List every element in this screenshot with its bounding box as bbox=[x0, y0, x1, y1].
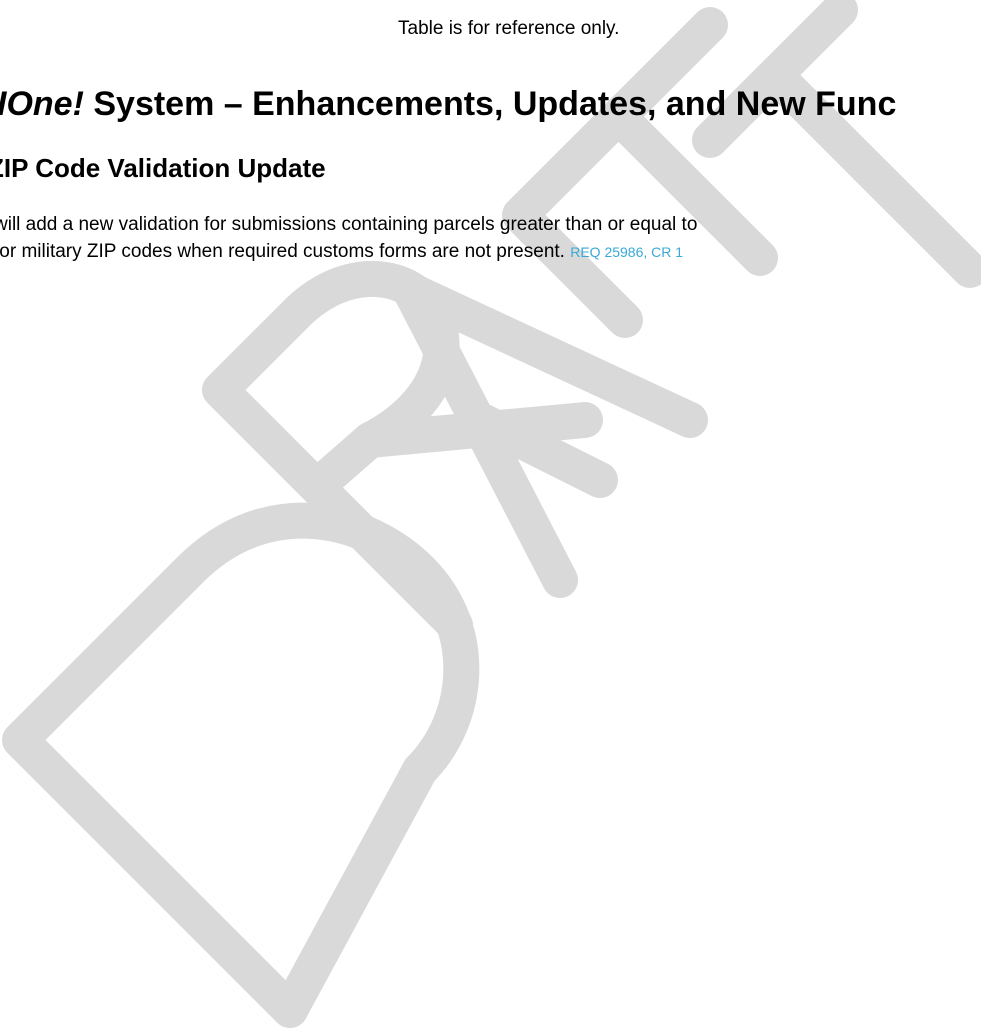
document-page: Table is for reference only. IOne! Syste… bbox=[0, 0, 981, 1035]
section-heading: IOne! System – Enhancements, Updates, an… bbox=[0, 84, 896, 125]
paragraph-line-1: will add a new validation for submission… bbox=[0, 214, 698, 235]
heading-italic-part: IOne! bbox=[0, 85, 84, 123]
heading-rest: System – Enhancements, Updates, and New … bbox=[83, 85, 897, 123]
subsection-heading: ZIP Code Validation Update bbox=[0, 153, 326, 183]
paragraph-line-2: for military ZIP codes when required cus… bbox=[0, 238, 697, 266]
requirement-reference-link[interactable]: REQ 25986, CR 1 bbox=[570, 244, 683, 260]
body-paragraph: will add a new validation for submission… bbox=[0, 211, 697, 266]
table-reference-note: Table is for reference only. bbox=[398, 18, 620, 39]
paragraph-line-2-text: for military ZIP codes when required cus… bbox=[0, 241, 571, 262]
